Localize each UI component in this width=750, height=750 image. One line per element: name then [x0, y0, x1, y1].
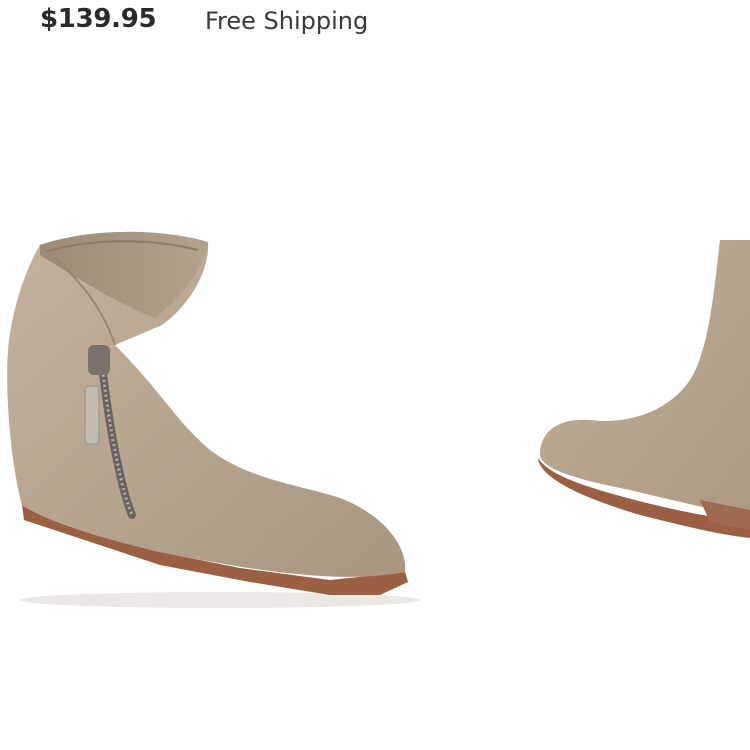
- product-image-carousel[interactable]: [0, 60, 750, 750]
- price-row: $139.95 Free Shipping: [0, 0, 750, 50]
- product-page: $139.95 Free Shipping: [0, 0, 750, 750]
- product-image-next[interactable]: [520, 60, 750, 750]
- product-price: $139.95: [40, 4, 157, 34]
- shipping-info: Free Shipping: [205, 7, 369, 35]
- product-image-main[interactable]: [0, 60, 520, 750]
- ankle-bootie-side-image: [7, 231, 420, 608]
- ankle-bootie-front-image: [538, 240, 750, 538]
